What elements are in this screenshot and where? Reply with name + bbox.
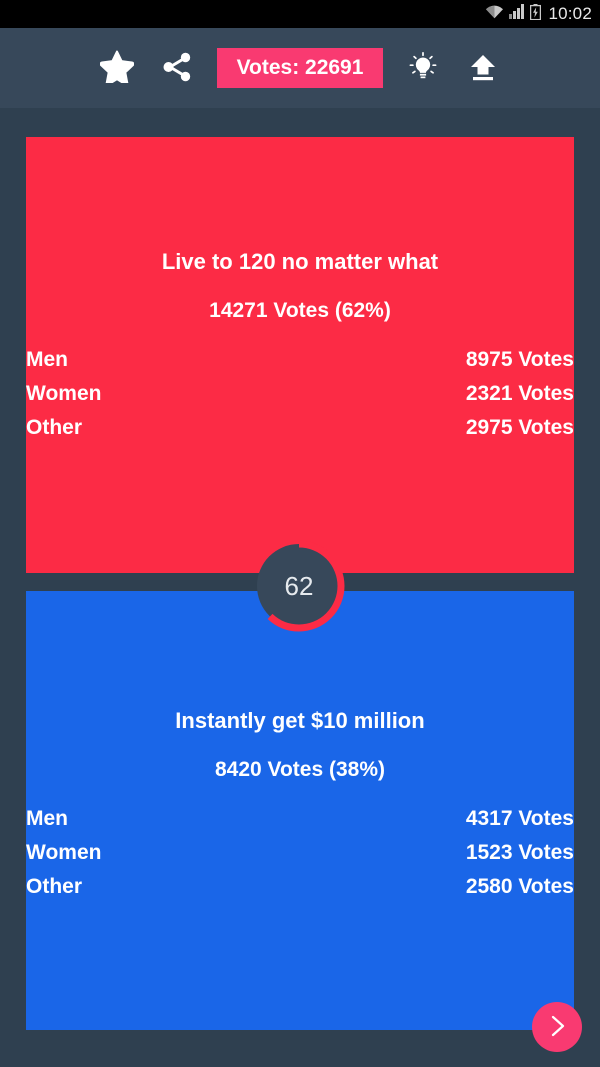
status-bar: 10:02 [0, 0, 600, 28]
breakdown-row: Men 4317 Votes [26, 802, 574, 836]
lightbulb-icon [407, 51, 439, 86]
percent-gauge: 62 [251, 538, 347, 634]
breakdown-row: Women 2321 Votes [26, 377, 574, 411]
breakdown-label: Women [26, 841, 102, 865]
breakdown-label: Other [26, 416, 83, 440]
votes-count-badge[interactable]: Votes: 22691 [216, 47, 384, 89]
app-toolbar: Votes: 22691 [0, 28, 600, 108]
next-button[interactable] [532, 1002, 582, 1052]
upload-button[interactable] [453, 38, 513, 98]
breakdown-label: Men [26, 348, 68, 372]
breakdown-label: Men [26, 807, 68, 831]
wifi-icon [485, 4, 504, 24]
option-votes-summary: 14271 Votes (62%) [209, 299, 391, 323]
breakdown-row: Other 2975 Votes [26, 411, 574, 445]
status-bar-clock: 10:02 [548, 4, 592, 23]
suggest-button[interactable] [393, 38, 453, 98]
breakdown-value: 8975 Votes [465, 348, 574, 372]
breakdown-value: 1523 Votes [465, 841, 574, 865]
option-votes-summary: 8420 Votes (38%) [214, 758, 386, 782]
share-icon [161, 51, 193, 86]
favorite-button[interactable] [87, 38, 147, 98]
option-breakdown: Men 8975 Votes Women 2321 Votes Other 29… [26, 343, 574, 445]
cellular-signal-icon [509, 4, 525, 24]
star-icon [99, 50, 134, 86]
chevron-right-icon [544, 1013, 570, 1042]
percent-gauge-value: 62 [284, 571, 314, 601]
poll-option-card-bottom[interactable]: Instantly get $10 million 8420 Votes (38… [26, 591, 574, 1030]
breakdown-value: 4317 Votes [465, 807, 574, 831]
breakdown-label: Women [26, 382, 102, 406]
option-breakdown: Men 4317 Votes Women 1523 Votes Other 25… [26, 802, 574, 904]
option-title: Live to 120 no matter what [161, 249, 439, 274]
option-title: Instantly get $10 million [175, 708, 425, 733]
breakdown-row: Women 1523 Votes [26, 836, 574, 870]
upload-icon [467, 51, 499, 86]
status-bar-icons [485, 3, 542, 25]
share-button[interactable] [147, 38, 207, 98]
battery-charging-icon [530, 3, 542, 25]
breakdown-value: 2580 Votes [465, 875, 574, 899]
breakdown-value: 2975 Votes [465, 416, 574, 440]
breakdown-label: Other [26, 875, 83, 899]
breakdown-row: Other 2580 Votes [26, 870, 574, 904]
poll-option-card-top[interactable]: Live to 120 no matter what 14271 Votes (… [26, 137, 574, 573]
breakdown-value: 2321 Votes [465, 382, 574, 406]
breakdown-row: Men 8975 Votes [26, 343, 574, 377]
